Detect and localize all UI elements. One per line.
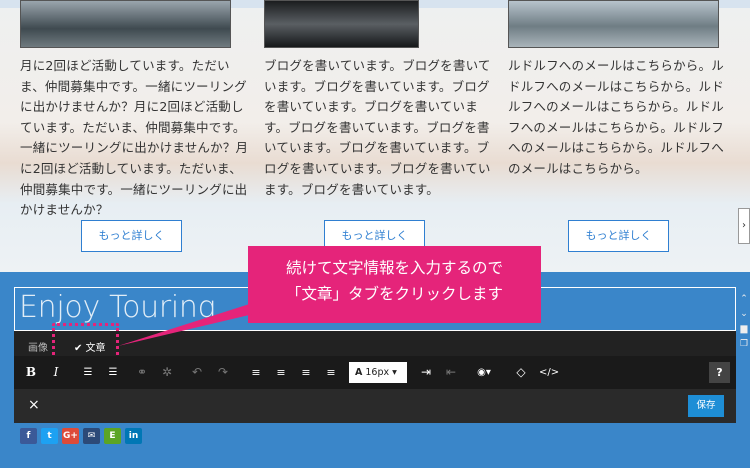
- evernote-icon[interactable]: E: [104, 428, 121, 444]
- mail-icon[interactable]: ✉: [83, 428, 100, 444]
- callout-pointer: [118, 300, 262, 346]
- twitter-icon[interactable]: t: [41, 428, 58, 444]
- social-icons: f t G+ ✉ E in: [20, 428, 142, 444]
- google-plus-icon[interactable]: G+: [62, 428, 79, 444]
- linkedin-icon[interactable]: in: [125, 428, 142, 444]
- facebook-icon[interactable]: f: [20, 428, 37, 444]
